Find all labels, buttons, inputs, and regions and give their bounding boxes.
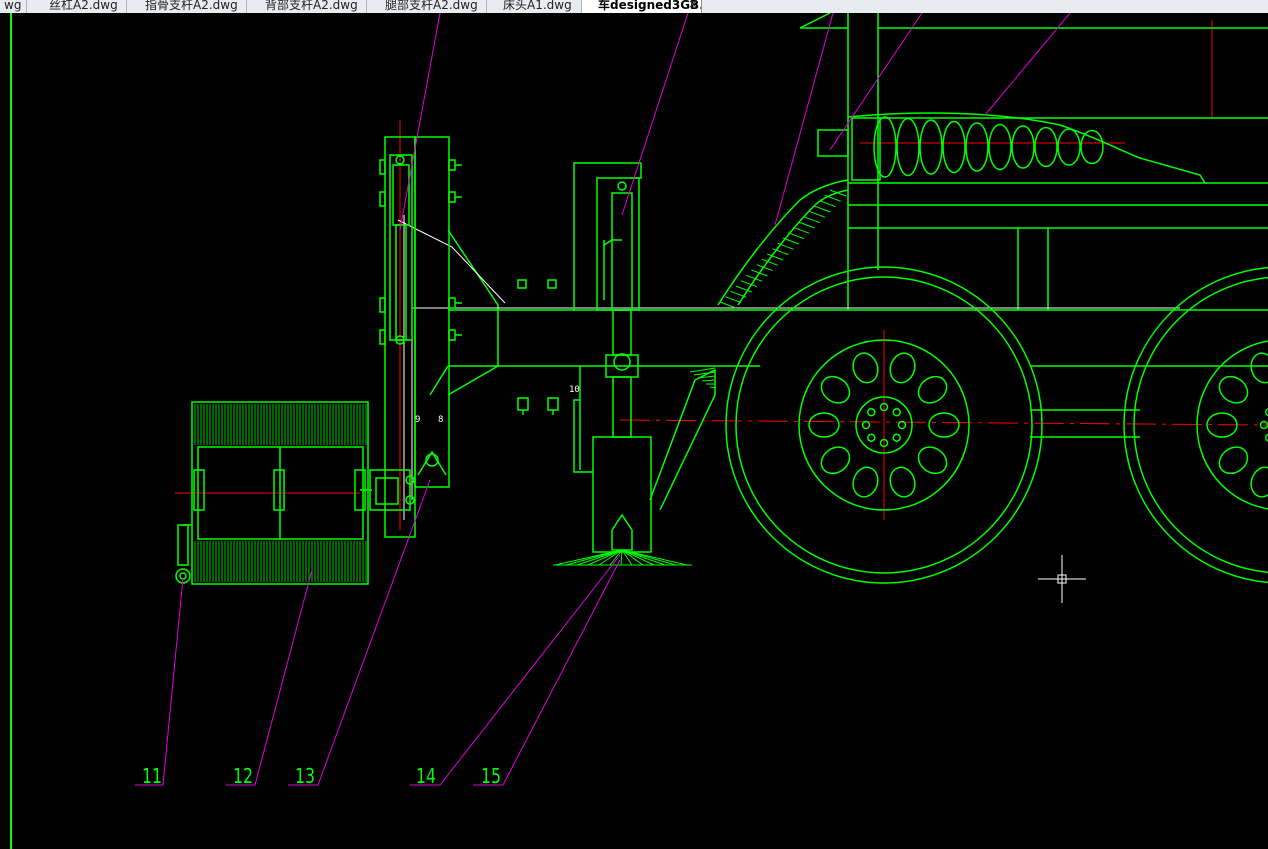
tab-label: 丝杠A2.dwg: [49, 0, 118, 12]
callout-15: 15: [481, 764, 501, 788]
drawing-canvas[interactable]: 11 12 13 14 15 10 9 8: [0, 13, 1268, 849]
tab-label: 床头A1.dwg: [503, 0, 572, 12]
tab-file-3[interactable]: 指骨支杆A2.dwg: [127, 0, 247, 13]
tab-label: wg: [4, 0, 22, 12]
tab-file-6[interactable]: 床头A1.dwg: [487, 0, 582, 13]
callout-13: 13: [295, 764, 315, 788]
tab-file-4[interactable]: 背部支杆A2.dwg: [247, 0, 367, 13]
tab-file-2[interactable]: 丝杠A2.dwg: [27, 0, 127, 13]
tab-file-1[interactable]: wg: [0, 0, 27, 13]
close-icon[interactable]: ×: [688, 0, 698, 10]
callout-14: 14: [416, 764, 436, 788]
tab-label: 指骨支杆A2.dwg: [145, 0, 238, 12]
tab-file-active[interactable]: 车designed3GB.dwg ×: [582, 0, 702, 13]
tab-label: 腿部支杆A2.dwg: [385, 0, 478, 12]
callout-11: 11: [142, 764, 162, 788]
tab-label: 车designed3GB.dwg: [598, 0, 701, 12]
tab-file-5[interactable]: 腿部支杆A2.dwg: [367, 0, 487, 13]
label-9: 9: [415, 415, 420, 425]
label-10: 10: [569, 385, 580, 395]
tab-label: 背部支杆A2.dwg: [265, 0, 358, 12]
callout-12: 12: [233, 764, 253, 788]
document-tab-bar: wg 丝杠A2.dwg 指骨支杆A2.dwg 背部支杆A2.dwg 腿部支杆A2…: [0, 0, 1268, 14]
label-8: 8: [438, 415, 443, 425]
